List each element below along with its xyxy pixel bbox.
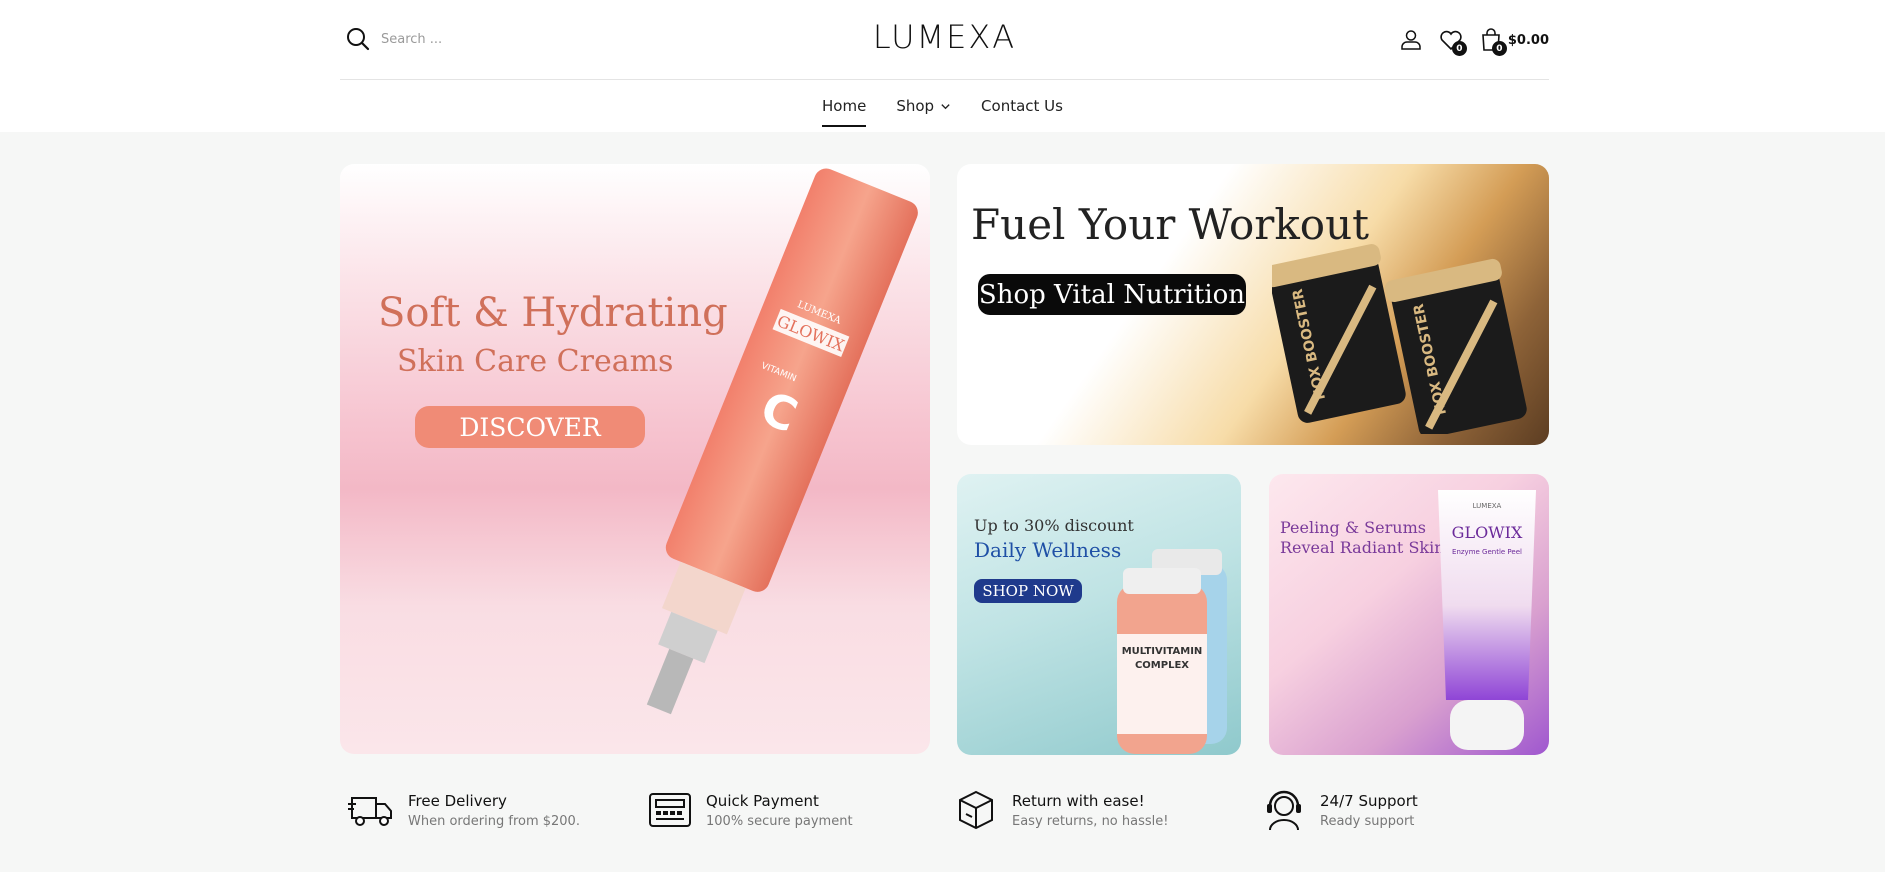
header-bar: LUMEXA 0 0 $0.00 [340,0,1549,80]
search-input[interactable] [381,31,551,47]
wishlist-count-badge: 0 [1451,41,1467,56]
chevron-down-icon [941,103,950,109]
shop-vital-nutrition-button[interactable]: Shop Vital Nutrition [978,274,1246,315]
banner-daily-wellness[interactable]: Up to 30% discount Daily Wellness SHOP N… [957,474,1241,755]
nav-contact[interactable]: Contact Us [981,85,1063,127]
cart-total[interactable]: $0.00 [1508,33,1549,48]
nav-home-label: Home [822,97,867,115]
account-icon[interactable] [1398,26,1424,54]
feature-title: Return with ease! [1012,791,1145,810]
bottle-label-2: COMPLEX [1135,660,1189,671]
delivery-truck-icon [348,797,392,826]
peel-brand-text: LUMEXA [1473,502,1502,510]
peel-name-text: GLOWIX [1452,523,1523,542]
feature-title: Free Delivery [408,791,507,810]
wellness-discount: Up to 30% discount [974,516,1134,535]
peel-title-line1: Peeling & Serums [1280,518,1426,537]
peel-title-line2: Reveal Radiant Skin [1280,538,1445,557]
feature-strip: Free Delivery When ordering from $200. Q… [340,780,1549,840]
banner-skin-care[interactable]: Soft & Hydrating Skin Care Creams DISCOV… [340,164,930,754]
nav-shop-label: Shop [896,97,935,115]
peel-desc-text: Enzyme Gentle Peel [1452,548,1522,556]
site-header: LUMEXA 0 0 $0.00 Home Shop Contact Us [0,0,1885,132]
search-icon[interactable] [345,26,371,52]
return-box-icon [959,790,993,830]
headset-support-icon [1267,790,1301,831]
feature-title: Quick Payment [706,791,819,810]
shop-now-button[interactable]: SHOP NOW [974,579,1082,603]
feature-quick-payment: Quick Payment 100% secure payment [646,780,853,840]
feature-subtitle: 100% secure payment [706,813,853,829]
main-nav: Home Shop Contact Us [0,90,1885,132]
banner-peeling-serums[interactable]: Peeling & Serums Reveal Radiant Skin LUM… [1269,474,1549,755]
peel-tube-image: LUMEXA GLOWIX Enzyme Gentle Peel [1438,490,1536,750]
wishlist-button[interactable]: 0 [1438,26,1467,56]
feature-support: 24/7 Support Ready support [1260,780,1418,840]
multivitamin-bottles-image: MULTIVITAMIN COMPLEX [1117,549,1227,754]
credit-card-icon [649,793,691,827]
feature-subtitle: Easy returns, no hassle! [1012,813,1169,829]
cart-button[interactable]: 0 [1478,26,1507,56]
feature-return: Return with ease! Easy returns, no hassl… [952,780,1168,840]
feature-title: 24/7 Support [1320,791,1418,810]
banner-workout[interactable]: Fuel Your Workout Shop Vital Nutrition N… [957,164,1549,445]
feature-free-delivery: Free Delivery When ordering from $200. [348,780,580,840]
header-actions: 0 0 $0.00 [1398,24,1549,56]
cart-count-badge: 0 [1491,41,1507,56]
wellness-title: Daily Wellness [974,538,1122,562]
nav-home[interactable]: Home [822,85,867,127]
search-box[interactable] [345,26,565,52]
nav-shop[interactable]: Shop [896,85,951,127]
feature-subtitle: When ordering from $200. [408,813,580,829]
supplement-jars-image: NOX BOOSTER NOX BOOSTER [1272,244,1527,434]
bottle-label-1: MULTIVITAMIN [1122,646,1203,657]
nav-contact-label: Contact Us [981,97,1063,115]
serum-tube-image: LUMEXA GLOWIX VITAMIN C [646,168,918,715]
feature-subtitle: Ready support [1320,813,1415,829]
